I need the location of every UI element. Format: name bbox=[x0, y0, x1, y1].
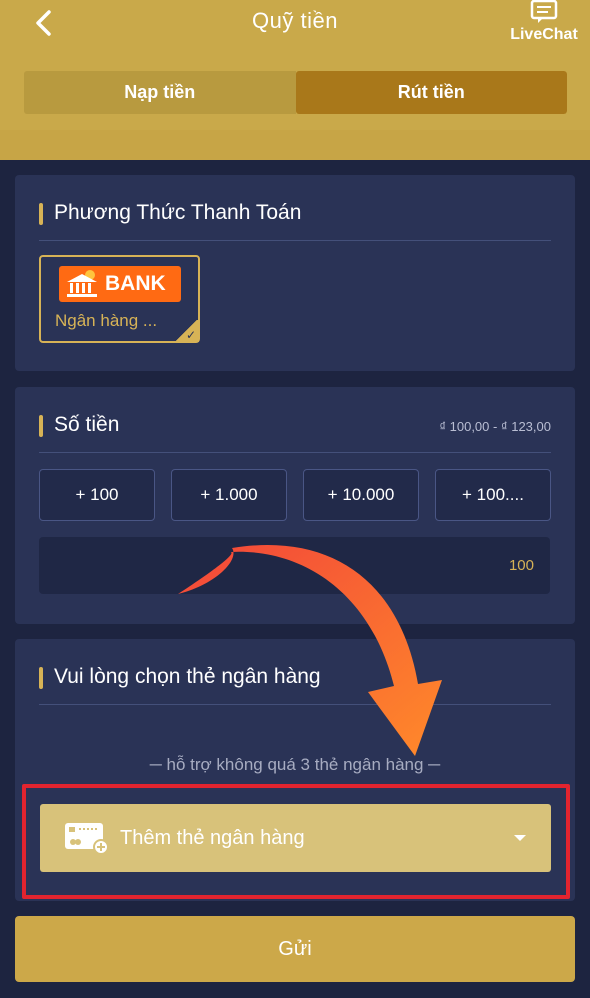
quick-amount-row: + 100 + 1.000 + 10.000 + 100.... bbox=[39, 469, 551, 521]
selected-check-icon: ✓ bbox=[173, 320, 199, 342]
payment-method-card: Phương Thức Thanh Toán BANK Ngân hàng ..… bbox=[15, 175, 575, 371]
section-marker bbox=[39, 203, 43, 225]
amount-card: Số tiền ₫ 100,00 - ₫ 123,00 + 100 + 1.00… bbox=[15, 387, 575, 624]
header-strip bbox=[0, 130, 590, 160]
section-marker bbox=[39, 415, 43, 437]
amount-title: Số tiền bbox=[54, 413, 120, 436]
support-note: ─ hỗ trợ không quá 3 thẻ ngân hàng ─ bbox=[149, 755, 441, 774]
bank-method-option[interactable]: BANK Ngân hàng ... ✓ bbox=[39, 255, 200, 343]
add-bank-card-dropdown[interactable]: Thêm thẻ ngân hàng bbox=[40, 804, 551, 872]
livechat-button[interactable]: LiveChat bbox=[504, 0, 584, 52]
amount-header: Số tiền ₫ 100,00 - ₫ 123,00 bbox=[39, 413, 551, 453]
amount-range: ₫ 100,00 - ₫ 123,00 bbox=[439, 419, 551, 434]
page-title: Quỹ tiền bbox=[252, 8, 338, 33]
chat-bubble-icon bbox=[530, 0, 558, 23]
quick-amount-100000[interactable]: + 100.... bbox=[435, 469, 551, 521]
amount-input[interactable]: 100 bbox=[39, 537, 550, 594]
bank-card-title: Vui lòng chọn thẻ ngân hàng bbox=[54, 665, 321, 688]
caret-down-icon bbox=[514, 835, 526, 841]
bank-building-icon bbox=[67, 270, 97, 297]
submit-button[interactable]: Gửi bbox=[15, 916, 575, 982]
livechat-label: LiveChat bbox=[510, 26, 578, 43]
payment-method-header: Phương Thức Thanh Toán bbox=[39, 201, 551, 241]
payment-method-title: Phương Thức Thanh Toán bbox=[54, 201, 302, 224]
app-header: Quỹ tiền LiveChat Nạp tiền Rút tiền bbox=[0, 0, 590, 160]
bank-card-icon bbox=[65, 823, 109, 855]
section-marker bbox=[39, 667, 43, 689]
quick-amount-10000[interactable]: + 10.000 bbox=[303, 469, 419, 521]
tab-deposit[interactable]: Nạp tiền bbox=[24, 71, 296, 114]
bank-card-header: Vui lòng chọn thẻ ngân hàng bbox=[39, 665, 551, 705]
bank-name-label: Ngân hàng ... bbox=[55, 311, 158, 330]
bank-card-section: Vui lòng chọn thẻ ngân hàng ─ hỗ trợ khô… bbox=[15, 639, 575, 901]
quick-amount-1000[interactable]: + 1.000 bbox=[171, 469, 287, 521]
tab-withdraw[interactable]: Rút tiền bbox=[295, 71, 567, 114]
add-bank-card-label: Thêm thẻ ngân hàng bbox=[120, 826, 305, 849]
quick-amount-100[interactable]: + 100 bbox=[39, 469, 155, 521]
tab-bar: Nạp tiền Rút tiền bbox=[24, 71, 567, 114]
bank-logo-text: BANK bbox=[105, 272, 166, 295]
bank-logo: BANK bbox=[59, 266, 181, 302]
